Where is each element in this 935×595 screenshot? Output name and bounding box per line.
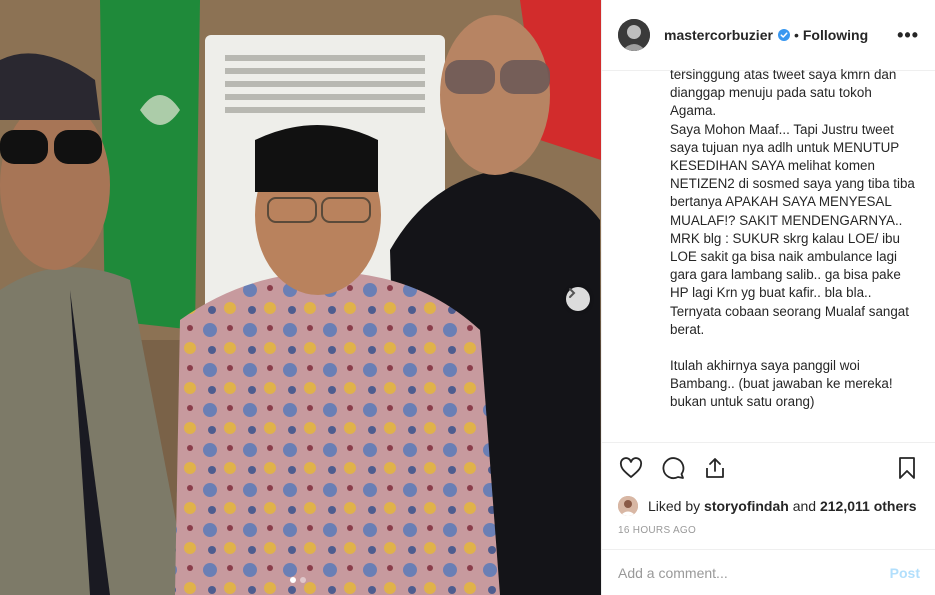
comment-icon (662, 457, 685, 480)
heart-icon (619, 457, 643, 478)
carousel-dot-active (290, 577, 296, 583)
post-side-panel: mastercorbuzier • Following ••• tersingg… (601, 0, 935, 595)
likes-count-link[interactable]: 212,011 others (820, 498, 917, 514)
caption-line: Itulah akhirnya saya panggil woi Bambang… (670, 358, 893, 410)
post-photo[interactable] (0, 0, 601, 595)
avatar-image (618, 19, 650, 51)
photo-scene (0, 0, 601, 595)
liker-avatar[interactable] (618, 496, 638, 516)
like-button[interactable] (618, 455, 644, 481)
verified-badge-icon (777, 29, 790, 41)
liker-avatar-image (618, 496, 638, 516)
more-options-icon[interactable]: ••• (897, 26, 919, 44)
post-caption: tersinggung atas tweet saya kmrn dan dia… (670, 66, 920, 442)
share-button[interactable] (702, 455, 728, 481)
caption-line: Saya Mohon Maaf... Tapi Justru tweet say… (670, 121, 915, 301)
likes-summary: Liked by storyofindah and 212,011 others (602, 493, 935, 519)
caption-line: tersinggung atas tweet saya kmrn dan dia… (670, 67, 897, 119)
carousel-dot (300, 577, 306, 583)
save-button[interactable] (894, 455, 920, 481)
chevron-right-icon (569, 288, 576, 298)
liked-by-and: and (792, 498, 817, 514)
post-comment-button[interactable]: Post (890, 565, 920, 581)
post-actions-area: Liked by storyofindah and 212,011 others… (602, 442, 935, 536)
caption-line: Ternyata cobaan seorang Mualaf sangat be… (670, 303, 909, 337)
comment-input[interactable] (618, 564, 890, 581)
username-link[interactable]: mastercorbuzier (664, 27, 773, 43)
header-separator: • (793, 27, 799, 43)
following-button[interactable]: Following (803, 27, 868, 43)
action-bar (602, 443, 935, 493)
bookmark-icon (899, 457, 915, 479)
next-slide-button[interactable] (566, 287, 590, 311)
carousel-indicator (290, 577, 306, 583)
comment-button[interactable] (660, 455, 686, 481)
liked-by-user-link[interactable]: storyofindah (704, 498, 789, 514)
post-timestamp[interactable]: 16 HOURS AGO (602, 519, 935, 536)
comment-form: Post (602, 549, 935, 595)
share-icon (706, 458, 724, 478)
post-header: mastercorbuzier • Following ••• (602, 0, 935, 71)
avatar[interactable] (618, 19, 650, 51)
liked-by-prefix: Liked by (648, 498, 701, 514)
